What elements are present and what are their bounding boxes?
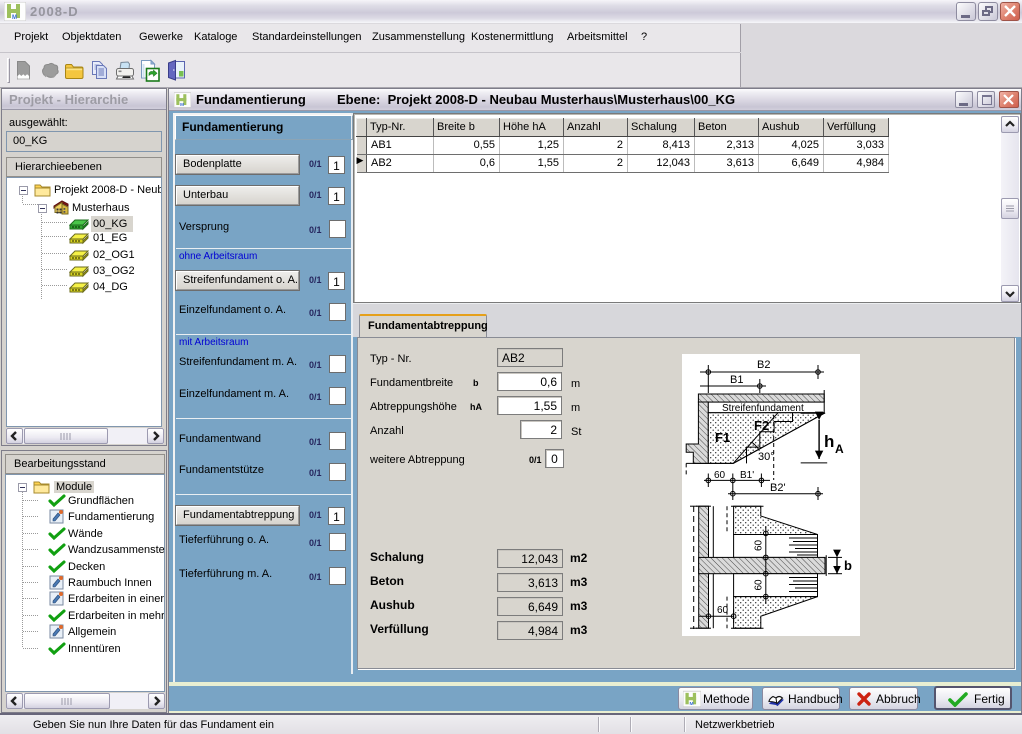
svg-text:M: M [180,102,184,107]
svg-text:M: M [690,701,694,707]
svg-text:60: 60 [754,539,765,551]
svg-text:M: M [12,15,17,21]
svg-text:60: 60 [754,579,765,591]
svg-text:60: 60 [717,605,729,616]
svg-text:B2': B2' [770,482,786,494]
svg-text:F2: F2 [754,418,769,433]
svg-text:B1': B1' [740,470,754,481]
svg-text:b: b [844,558,852,573]
svg-text:A: A [835,442,844,456]
svg-text:Streifenfundament: Streifenfundament [722,403,804,414]
svg-text:60: 60 [714,470,726,481]
svg-text:B2: B2 [757,359,770,371]
svg-text:F1: F1 [715,430,730,445]
svg-text:h: h [824,432,834,451]
svg-text:B1: B1 [730,374,743,386]
svg-text:30°: 30° [758,451,775,463]
